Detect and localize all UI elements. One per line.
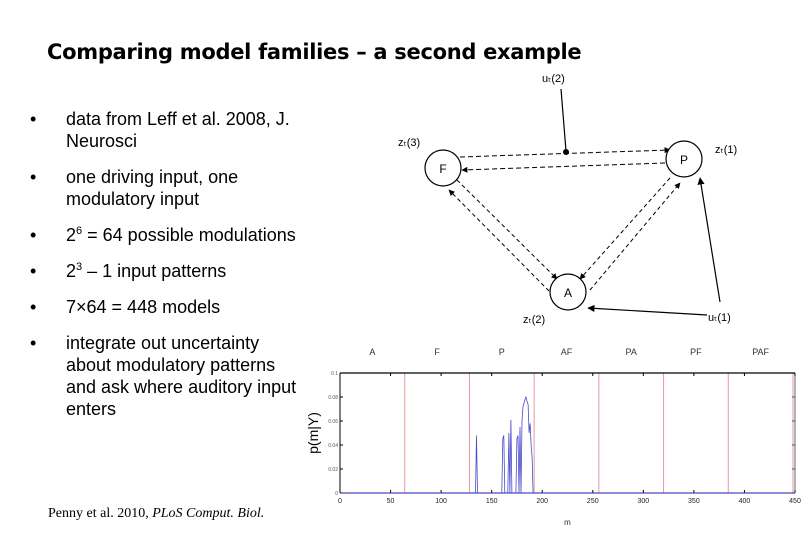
bullet-item: • one driving input, one modulatory input	[30, 166, 300, 210]
bullet-dot-icon: •	[30, 167, 37, 187]
bullet-dot-icon: •	[30, 225, 37, 245]
connection-a-to-f	[448, 189, 550, 292]
bullet-dot-icon: •	[30, 333, 37, 353]
bullet-item: • 26 = 64 possible modulations	[30, 224, 300, 246]
connection-p-to-a	[579, 177, 671, 280]
x-tick-label: 300	[637, 498, 649, 505]
bullet-dot-icon: •	[30, 261, 37, 281]
bullet-text: 23 – 1 input patterns	[66, 261, 226, 281]
y-axis-label: p(m|Y)	[305, 412, 321, 454]
bullet-item: • 7×64 = 448 models	[30, 296, 300, 318]
bullet-item: • integrate out uncertainty about modulat…	[30, 332, 300, 420]
series-line	[340, 395, 795, 494]
bullet-list: • data from Leff et al. 2008, J. Neurosci…	[30, 108, 300, 434]
bullet-text: integrate out uncertainty about modulato…	[66, 333, 297, 419]
x-axis-label: m	[564, 518, 571, 527]
y-tick-label: 0.04	[328, 443, 338, 449]
family-label: F	[434, 347, 440, 357]
bullet-text: data from Leff et al. 2008, J. Neurosci	[66, 109, 290, 151]
connection-f-to-a	[456, 179, 558, 280]
family-label: P	[499, 347, 505, 357]
citation: Penny et al. 2010, PLoS Comput. Biol.	[48, 506, 264, 522]
node-f: F	[424, 149, 462, 187]
modulatory-input-line	[560, 88, 567, 152]
family-label: PF	[690, 347, 702, 357]
y-tick-label: 0.08	[328, 395, 338, 401]
network-diagram: F P A zₜ(3) zₜ(1) zₜ(2) uₜ(2) uₜ(1)	[398, 73, 737, 326]
citation-journal: PLoS Comput. Biol.	[152, 506, 265, 521]
node-f-label: F	[439, 162, 446, 176]
bullet-rest: = 64 possible modulations	[82, 225, 296, 245]
y-tick-label: 0.02	[328, 467, 338, 473]
bullet-base: 2	[66, 261, 77, 281]
driving-input-to-p	[697, 177, 721, 303]
x-tick-label: 50	[387, 498, 395, 505]
state-label-p: zₜ(1)	[715, 144, 737, 156]
x-tick-label: 250	[587, 498, 599, 505]
family-label: PAF	[752, 347, 769, 357]
x-tick-label: 0	[338, 498, 342, 505]
driving-input-to-a	[587, 304, 708, 316]
x-tick-label: 400	[739, 498, 751, 505]
citation-authors: Penny et al. 2010,	[48, 506, 153, 521]
bullet-dot-icon: •	[30, 109, 37, 129]
bullet-text: 26 = 64 possible modulations	[66, 225, 296, 245]
y-tick-label: 0.06	[328, 419, 338, 425]
node-a: A	[549, 273, 587, 311]
bullet-dot-icon: •	[30, 297, 37, 317]
family-label: AF	[561, 347, 573, 357]
input-label-u1: uₜ(1)	[708, 312, 731, 324]
connection-a-to-p	[589, 182, 681, 291]
bullet-text: one driving input, one modulatory input	[66, 167, 239, 209]
bullet-text: 7×64 = 448 models	[66, 297, 221, 317]
y-tick-label: 0.1	[331, 371, 338, 377]
family-label: PA	[626, 347, 637, 357]
bullet-base: 2	[66, 225, 77, 245]
x-tick-label: 350	[688, 498, 700, 505]
x-tick-label: 150	[486, 498, 498, 505]
bullet-rest: – 1 input patterns	[82, 261, 227, 281]
posterior-chart: A F P AF PA PF PAF0 50 100 150 200 250 300 350 400 4500…	[305, 347, 801, 527]
x-tick-label: 100	[435, 498, 447, 505]
x-tick-label: 450	[789, 498, 801, 505]
bullet-item: • 23 – 1 input patterns	[30, 260, 300, 282]
bullet-item: • data from Leff et al. 2008, J. Neurosci	[30, 108, 300, 152]
x-tick-label: 200	[536, 498, 548, 505]
connection-p-to-f	[461, 162, 666, 173]
node-a-label: A	[564, 286, 572, 300]
family-label: A	[369, 347, 375, 357]
input-label-u2: uₜ(2)	[542, 73, 565, 85]
node-p: P	[665, 140, 703, 178]
node-p-label: P	[680, 153, 688, 167]
modulatory-input-dot	[563, 149, 569, 155]
state-label-a: zₜ(2)	[523, 314, 545, 326]
y-tick-label: 0	[335, 491, 338, 497]
state-label-f: zₜ(3)	[398, 137, 420, 149]
